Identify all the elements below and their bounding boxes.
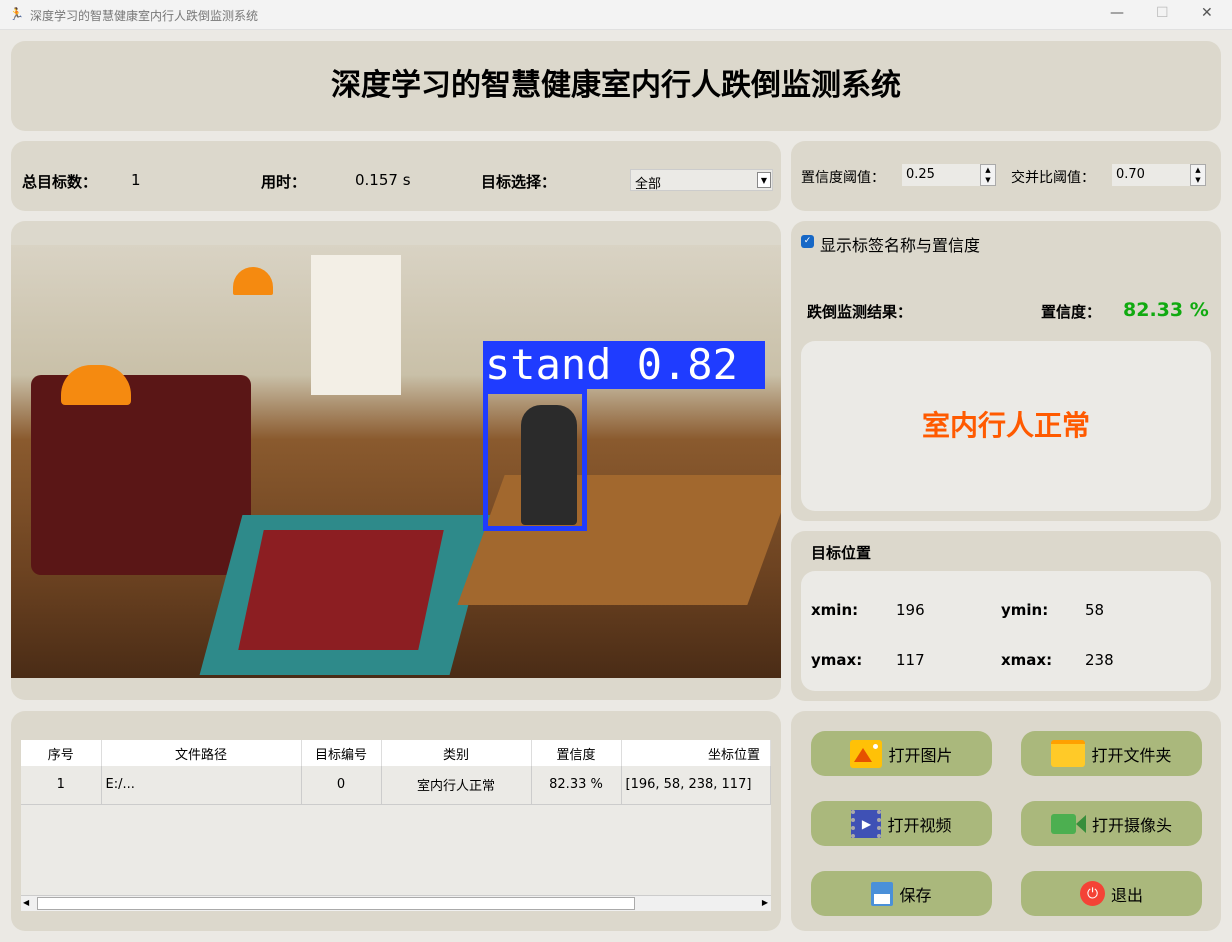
ymin-label: ymin: xyxy=(1001,601,1049,619)
result-status-box: 室内行人正常 xyxy=(801,341,1211,511)
conf-threshold-label: 置信度阈值： xyxy=(801,170,885,186)
col-header[interactable]: 文件路径 xyxy=(101,740,302,766)
minimize-button[interactable]: — xyxy=(1110,5,1124,21)
xmax-value: 238 xyxy=(1085,651,1114,669)
header-panel: 深度学习的智慧健康室内行人跌倒监测系统 xyxy=(11,41,1221,131)
exit-button[interactable]: ⏻ 退出 xyxy=(1021,871,1202,916)
col-header[interactable]: 类别 xyxy=(381,740,532,766)
detection-image: stand 0.82 xyxy=(11,245,781,678)
iou-threshold-label: 交并比阈值： xyxy=(1011,170,1095,186)
position-box: xmin: 196 ymin: 58 ymax: 117 xmax: 238 xyxy=(801,571,1211,691)
results-table-container: 序号 文件路径 目标编号 类别 置信度 坐标位置 1 E:/... 0 室内行人… xyxy=(21,740,771,911)
result-label: 跌倒监测结果： xyxy=(807,303,913,321)
iou-threshold-input[interactable]: 0.70 xyxy=(1112,164,1192,186)
result-conf-label: 置信度： xyxy=(1041,303,1102,321)
result-panel: ✓ 显示标签名称与置信度 跌倒监测结果： 置信度： 82.33 % 室内行人正常 xyxy=(791,221,1221,521)
open-image-label: 打开图片 xyxy=(888,745,953,765)
open-video-label: 打开视频 xyxy=(887,815,952,835)
xmax-label: xmax: xyxy=(1001,651,1053,669)
cell-class[interactable]: 室内行人正常 xyxy=(381,766,532,805)
horizontal-scrollbar[interactable]: ◀ ▶ xyxy=(21,895,771,911)
stats-panel: 总目标数： 1 用时： 0.157 s 目标选择： 全部 ▼ xyxy=(11,141,781,211)
door xyxy=(311,255,401,395)
exit-label: 退出 xyxy=(1110,885,1143,905)
save-button[interactable]: 保存 xyxy=(811,871,992,916)
scroll-right-arrow[interactable]: ▶ xyxy=(762,898,768,907)
results-table: 序号 文件路径 目标编号 类别 置信度 坐标位置 1 E:/... 0 室内行人… xyxy=(21,740,771,805)
position-panel: 目标位置 xmin: 196 ymin: 58 ymax: 117 xmax: … xyxy=(791,531,1221,701)
table-panel: 序号 文件路径 目标编号 类别 置信度 坐标位置 1 E:/... 0 室内行人… xyxy=(11,711,781,931)
target-select-label: 目标选择： xyxy=(481,173,557,191)
cell-coords[interactable]: [196, 58, 238, 117] xyxy=(621,766,771,805)
chevron-down-icon[interactable]: ▼ xyxy=(757,172,771,188)
ymin-value: 58 xyxy=(1085,601,1105,619)
ymax-label: ymax: xyxy=(811,651,863,669)
open-folder-button[interactable]: 打开文件夹 xyxy=(1021,731,1202,776)
buttons-panel: 打开图片 打开文件夹 ▶ 打开视频 打开摄像头 保存 ⏻ 退出 xyxy=(791,711,1221,931)
image-icon xyxy=(850,739,883,768)
sofa xyxy=(31,375,251,575)
total-label: 总目标数： xyxy=(22,173,98,191)
lamp xyxy=(233,267,273,295)
scrollbar-thumb[interactable] xyxy=(37,897,635,910)
col-header[interactable]: 序号 xyxy=(21,740,102,766)
conf-threshold-input[interactable]: 0.25 xyxy=(902,164,982,186)
title-bar: 🏃 深度学习的智慧健康室内行人跌倒监测系统 — ☐ ✕ xyxy=(0,0,1232,30)
cell-index[interactable]: 1 xyxy=(21,766,102,805)
app-icon: 🏃 xyxy=(9,7,24,21)
image-panel: stand 0.82 xyxy=(11,221,781,700)
window-title: 深度学习的智慧健康室内行人跌倒监测系统 xyxy=(30,9,259,23)
folder-icon xyxy=(1051,740,1086,767)
detection-label: stand 0.82 xyxy=(483,341,765,389)
open-camera-label: 打开摄像头 xyxy=(1091,815,1172,835)
cell-target-id[interactable]: 0 xyxy=(301,766,382,805)
cell-confidence[interactable]: 82.33 % xyxy=(531,766,622,805)
show-label-checkbox[interactable]: ✓ xyxy=(801,235,814,248)
position-title: 目标位置 xyxy=(811,544,872,562)
open-folder-label: 打开文件夹 xyxy=(1091,745,1172,765)
table-row[interactable]: 1 E:/... 0 室内行人正常 82.33 % [196, 58, 238,… xyxy=(21,766,771,805)
close-button[interactable]: ✕ xyxy=(1201,5,1213,21)
save-icon xyxy=(871,881,894,906)
result-conf-value: 82.33 % xyxy=(1123,299,1209,321)
ymax-value: 117 xyxy=(896,651,925,669)
threshold-panel: 置信度阈值： 0.25 ▲ ▼ 交并比阈值： 0.70 ▲ ▼ xyxy=(791,141,1221,211)
detection-box xyxy=(483,389,587,531)
maximize-button[interactable]: ☐ xyxy=(1156,5,1169,21)
video-icon: ▶ xyxy=(851,809,882,838)
red-mat xyxy=(238,530,444,650)
xmin-value: 196 xyxy=(896,601,925,619)
open-image-button[interactable]: 打开图片 xyxy=(811,731,992,776)
cell-path[interactable]: E:/... xyxy=(101,766,302,805)
col-header[interactable]: 置信度 xyxy=(531,740,622,766)
xmin-label: xmin: xyxy=(811,601,859,619)
lamp xyxy=(61,365,131,405)
show-label-text: 显示标签名称与置信度 xyxy=(820,236,981,255)
target-select-value: 全部 xyxy=(635,177,662,192)
power-icon: ⏻ xyxy=(1079,881,1105,906)
open-camera-button[interactable]: 打开摄像头 xyxy=(1021,801,1202,846)
scroll-left-arrow[interactable]: ◀ xyxy=(23,898,29,907)
total-value: 1 xyxy=(131,171,141,189)
col-header[interactable]: 目标编号 xyxy=(301,740,382,766)
iou-threshold-stepper[interactable]: ▲ ▼ xyxy=(1190,164,1206,186)
camera-icon xyxy=(1050,813,1086,834)
open-video-button[interactable]: ▶ 打开视频 xyxy=(811,801,992,846)
col-header[interactable]: 坐标位置 xyxy=(621,740,771,766)
result-status: 室内行人正常 xyxy=(921,409,1090,442)
conf-threshold-stepper[interactable]: ▲ ▼ xyxy=(980,164,996,186)
target-select[interactable]: 全部 ▼ xyxy=(630,169,773,192)
time-label: 用时： xyxy=(261,173,307,191)
time-value: 0.157 s xyxy=(355,171,411,189)
page-title: 深度学习的智慧健康室内行人跌倒监测系统 xyxy=(331,68,901,103)
save-label: 保存 xyxy=(899,885,932,905)
